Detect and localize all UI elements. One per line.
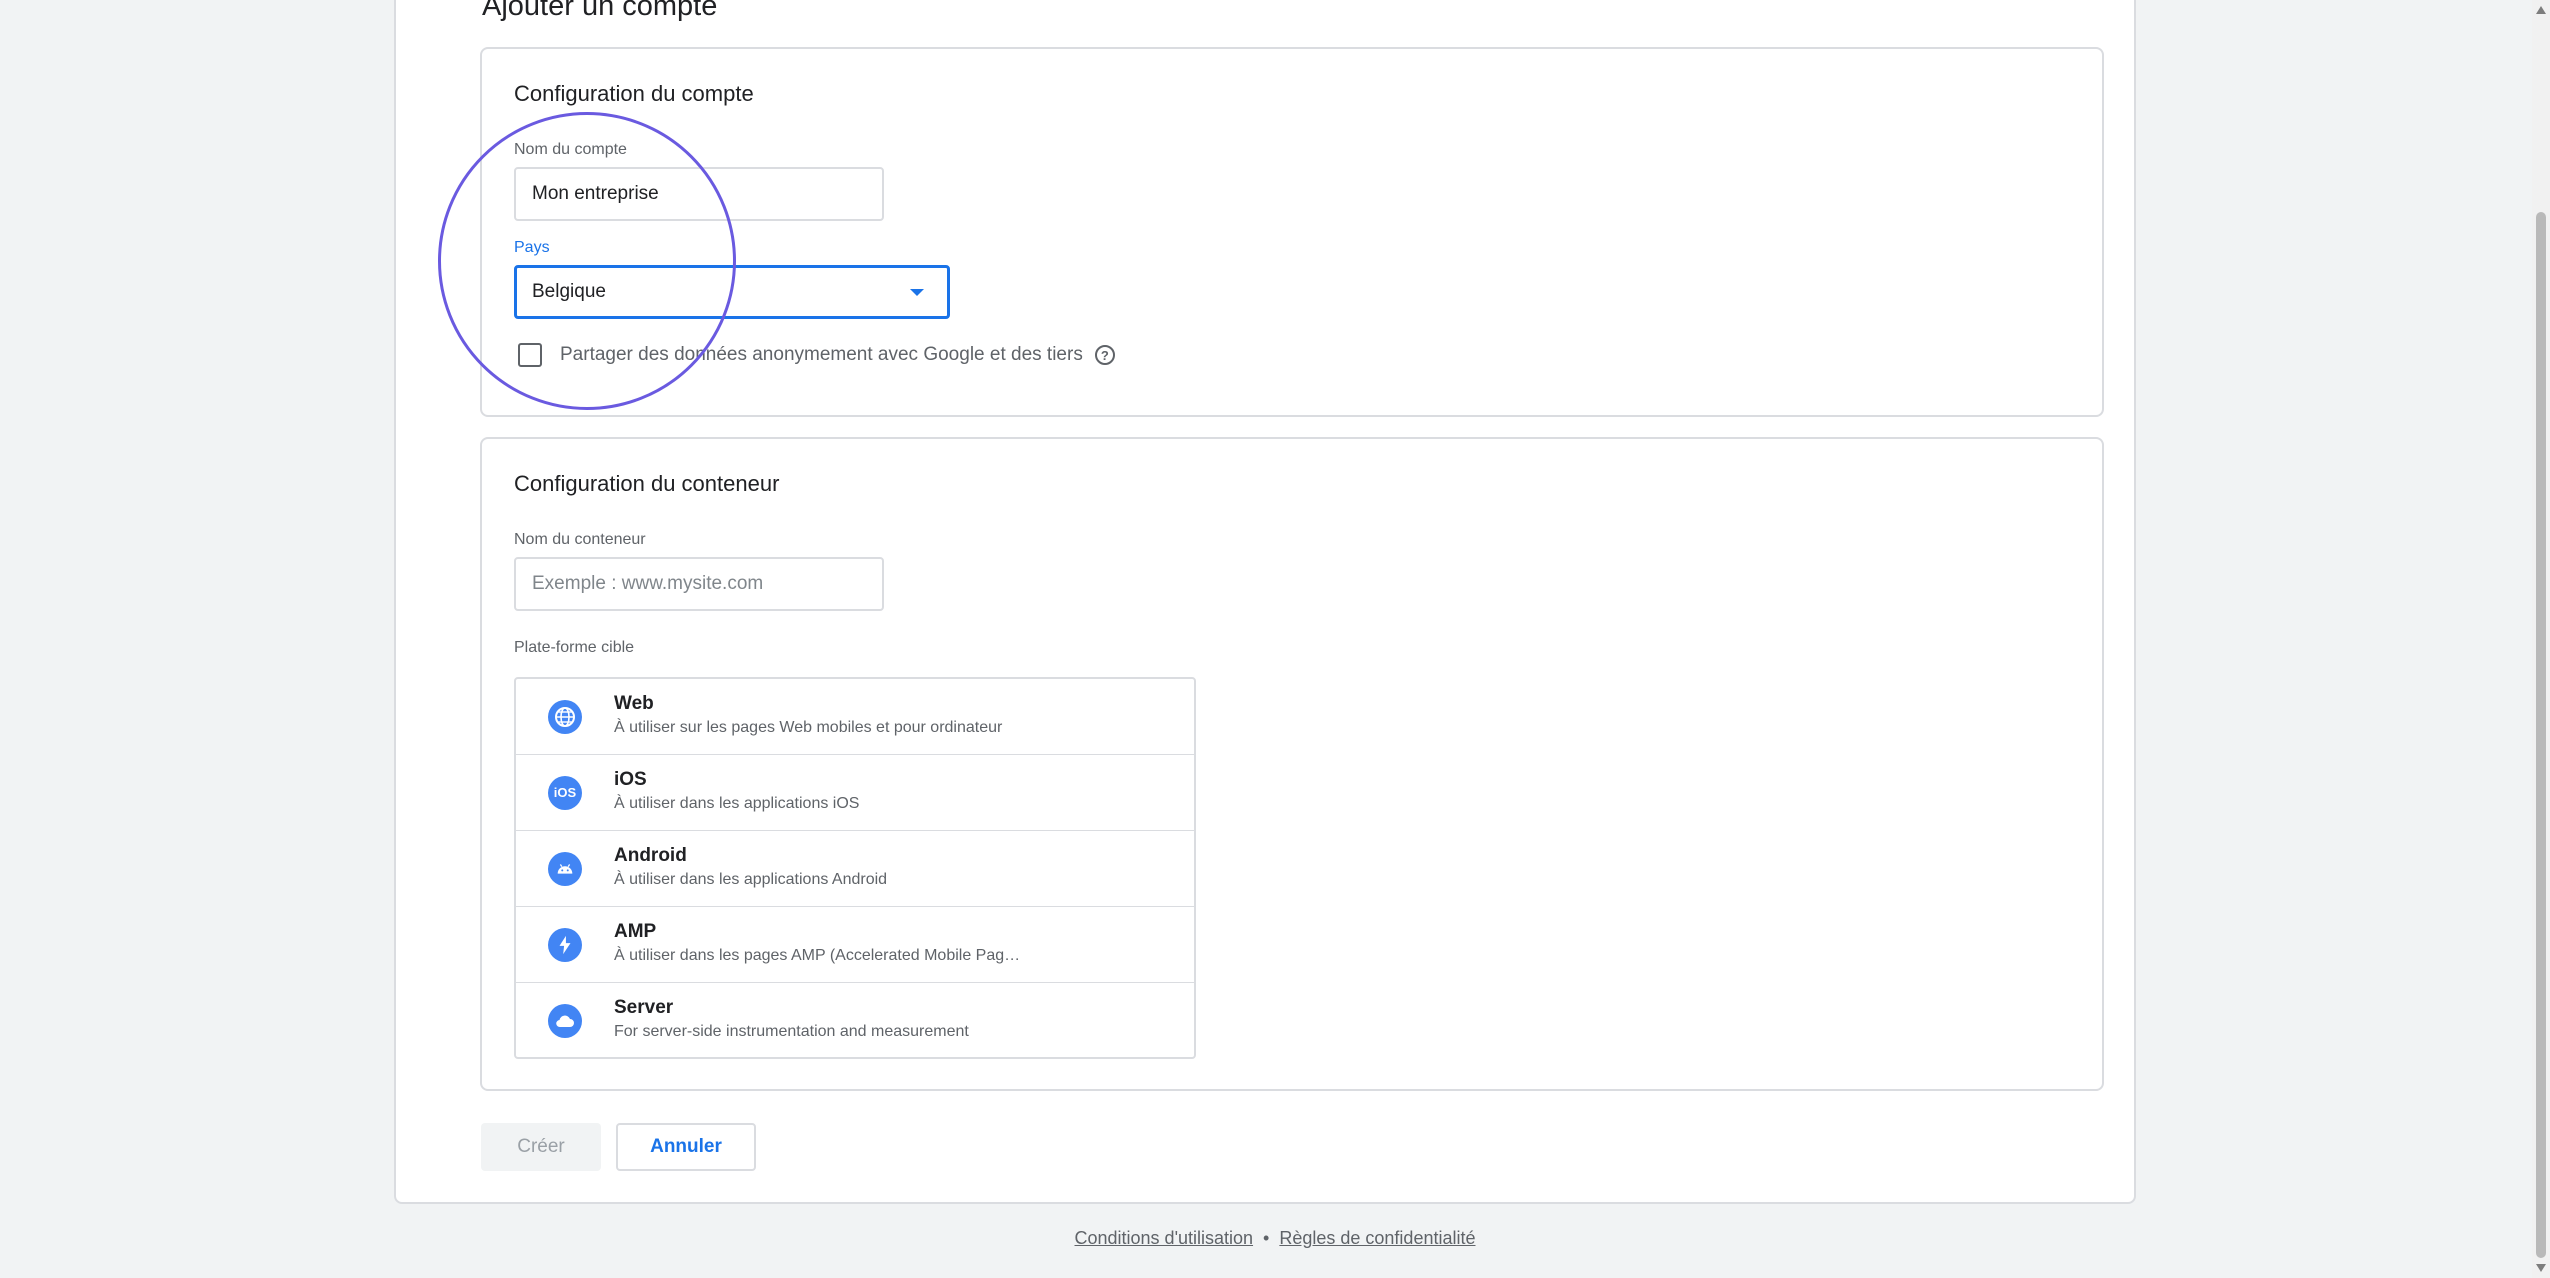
share-data-label: Partager des données anonymement avec Go… [560, 344, 1083, 365]
lightning-icon [548, 927, 582, 962]
platform-name: Android [614, 845, 687, 866]
country-label: Pays [514, 239, 550, 256]
create-button[interactable]: Créer [481, 1123, 601, 1171]
scroll-up-arrow-icon[interactable] [2536, 6, 2546, 14]
platform-desc: For server-side instrumentation and meas… [614, 1023, 969, 1040]
footer: Conditions d'utilisation • Règles de confi… [0, 1228, 2550, 1249]
platform-item-ios[interactable]: iOS iOS À utiliser dans les applications… [516, 755, 1194, 831]
privacy-link[interactable]: Règles de confidentialité [1279, 1228, 1475, 1248]
account-section-title: Configuration du compte [514, 81, 754, 106]
container-name-label: Nom du conteneur [514, 531, 646, 548]
ios-icon: iOS [548, 775, 582, 810]
footer-separator: • [1263, 1228, 1270, 1248]
platform-desc: À utiliser sur les pages Web mobiles et … [614, 719, 1003, 736]
dropdown-caret-icon [910, 288, 924, 296]
android-icon [548, 851, 582, 886]
platform-item-amp[interactable]: AMP À utiliser dans les pages AMP (Accel… [516, 907, 1194, 983]
platform-desc: À utiliser dans les applications Android [614, 871, 888, 888]
share-data-checkbox[interactable] [518, 343, 542, 367]
platform-name: AMP [614, 921, 657, 942]
globe-icon [548, 699, 582, 734]
scroll-down-arrow-icon[interactable] [2536, 1264, 2546, 1272]
cloud-icon [548, 1004, 582, 1038]
terms-link[interactable]: Conditions d'utilisation [1075, 1228, 1254, 1248]
container-config-section: Configuration du conteneur Nom du conten… [480, 437, 2104, 1091]
container-section-title: Configuration du conteneur [514, 471, 780, 496]
cancel-button[interactable]: Annuler [616, 1123, 756, 1171]
scrollbar[interactable] [2532, 0, 2550, 1278]
account-config-section: Configuration du compte Nom du compte Pa… [480, 47, 2104, 417]
platform-item-web[interactable]: Web À utiliser sur les pages Web mobiles… [516, 679, 1194, 755]
scroll-thumb[interactable] [2536, 212, 2546, 1258]
platform-desc: À utiliser dans les applications iOS [614, 795, 860, 812]
country-select-value: Belgique [532, 281, 606, 302]
platform-item-android[interactable]: Android À utiliser dans les applications… [516, 831, 1194, 907]
platform-list: Web À utiliser sur les pages Web mobiles… [514, 677, 1196, 1059]
page-title: Ajouter un compte [482, 0, 718, 22]
platform-name: Web [614, 693, 654, 714]
account-name-label: Nom du compte [514, 141, 627, 158]
account-name-input[interactable] [514, 167, 884, 221]
platform-label: Plate-forme cible [514, 639, 635, 656]
container-name-input[interactable] [514, 557, 884, 611]
platform-item-server[interactable]: Server For server-side instrumentation a… [516, 983, 1194, 1059]
share-data-row: Partager des données anonymement avec Go… [518, 343, 1115, 367]
country-select[interactable]: Belgique [514, 265, 950, 319]
platform-name: iOS [614, 769, 647, 790]
platform-name: Server [614, 997, 674, 1018]
help-circle-icon[interactable]: ? [1094, 345, 1115, 365]
platform-desc: À utiliser dans les pages AMP (Accelerat… [614, 947, 1021, 964]
